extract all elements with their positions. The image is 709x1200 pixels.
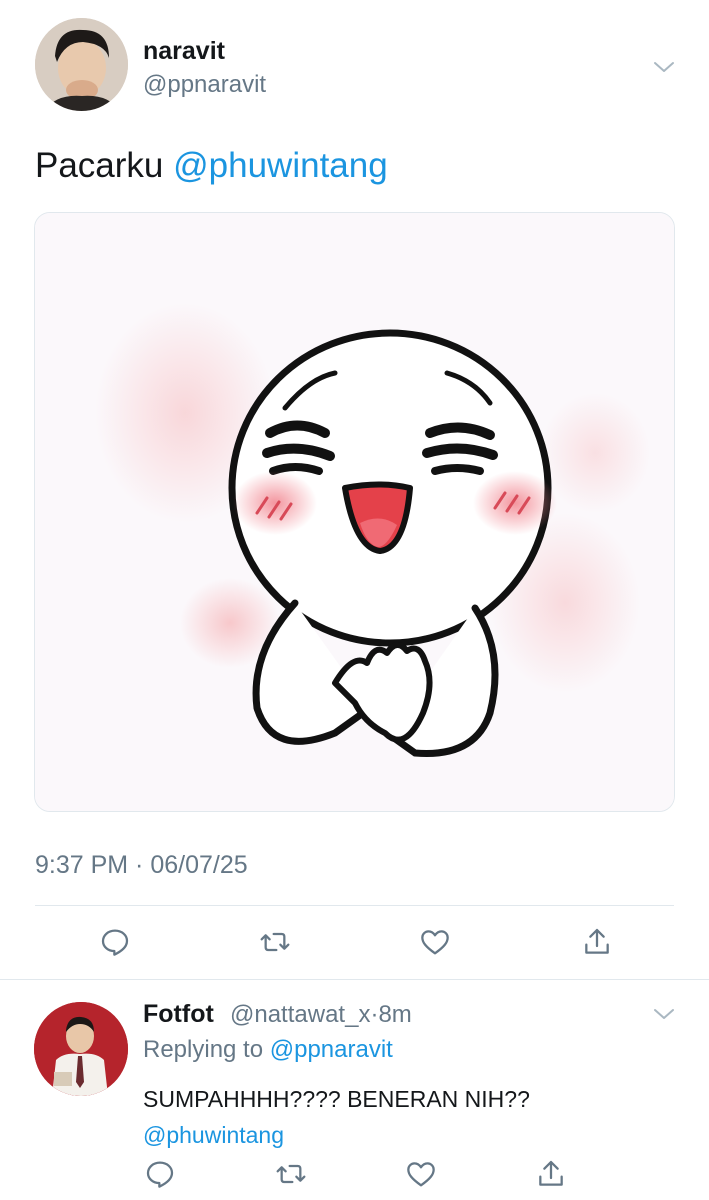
avatar[interactable]: [34, 1002, 128, 1096]
timestamp[interactable]: 9:37 PM · 06/07/25: [35, 851, 248, 880]
mention-link[interactable]: @phuwintang: [173, 146, 388, 185]
reply-tweet[interactable]: Fotfot @nattawat_x·8m Replying to @ppnar…: [0, 981, 709, 1200]
chevron-down-icon[interactable]: [652, 1002, 676, 1026]
reply-meta: @nattawat_x·8m: [230, 1001, 412, 1029]
retweet-icon[interactable]: [273, 1156, 309, 1192]
divider: [35, 905, 674, 906]
display-name[interactable]: naravit: [143, 37, 225, 66]
like-icon[interactable]: [403, 1156, 439, 1192]
tweet-text-body: Pacarku: [35, 146, 174, 185]
divider: [0, 979, 709, 980]
mention-link[interactable]: @ppnaravit: [270, 1036, 393, 1063]
retweet-icon[interactable]: [257, 924, 293, 960]
reply-text: SUMPAHHHH???? BENERAN NIH?? @phuwintang: [143, 1081, 530, 1153]
handle[interactable]: @nattawat_x: [230, 1001, 370, 1028]
avatar[interactable]: [35, 18, 128, 111]
reply-icon[interactable]: [142, 1156, 178, 1192]
avatar-photo-icon: [35, 18, 128, 111]
tweet-media[interactable]: [34, 212, 675, 812]
replying-to: Replying to @ppnaravit: [143, 1036, 393, 1064]
reply-text-body: SUMPAHHHH???? BENERAN NIH??: [143, 1086, 530, 1112]
tweet-text: Pacarku @phuwintang: [35, 146, 388, 186]
like-icon[interactable]: [417, 924, 453, 960]
share-icon[interactable]: [579, 924, 615, 960]
replying-to-label: Replying to: [143, 1036, 270, 1063]
reply-age[interactable]: 8m: [378, 1001, 411, 1028]
mention-link[interactable]: @phuwintang: [143, 1117, 530, 1153]
chevron-down-icon[interactable]: [652, 55, 676, 79]
main-tweet: naravit @ppnaravit Pacarku @phuwintang 9…: [0, 0, 709, 980]
display-name[interactable]: Fotfot: [143, 1000, 214, 1029]
avatar-photo-icon: [34, 1002, 128, 1096]
share-icon[interactable]: [533, 1156, 569, 1192]
reply-icon[interactable]: [97, 924, 133, 960]
handle[interactable]: @ppnaravit: [143, 71, 266, 99]
blushing-smiley-sticker-icon: [35, 213, 674, 811]
